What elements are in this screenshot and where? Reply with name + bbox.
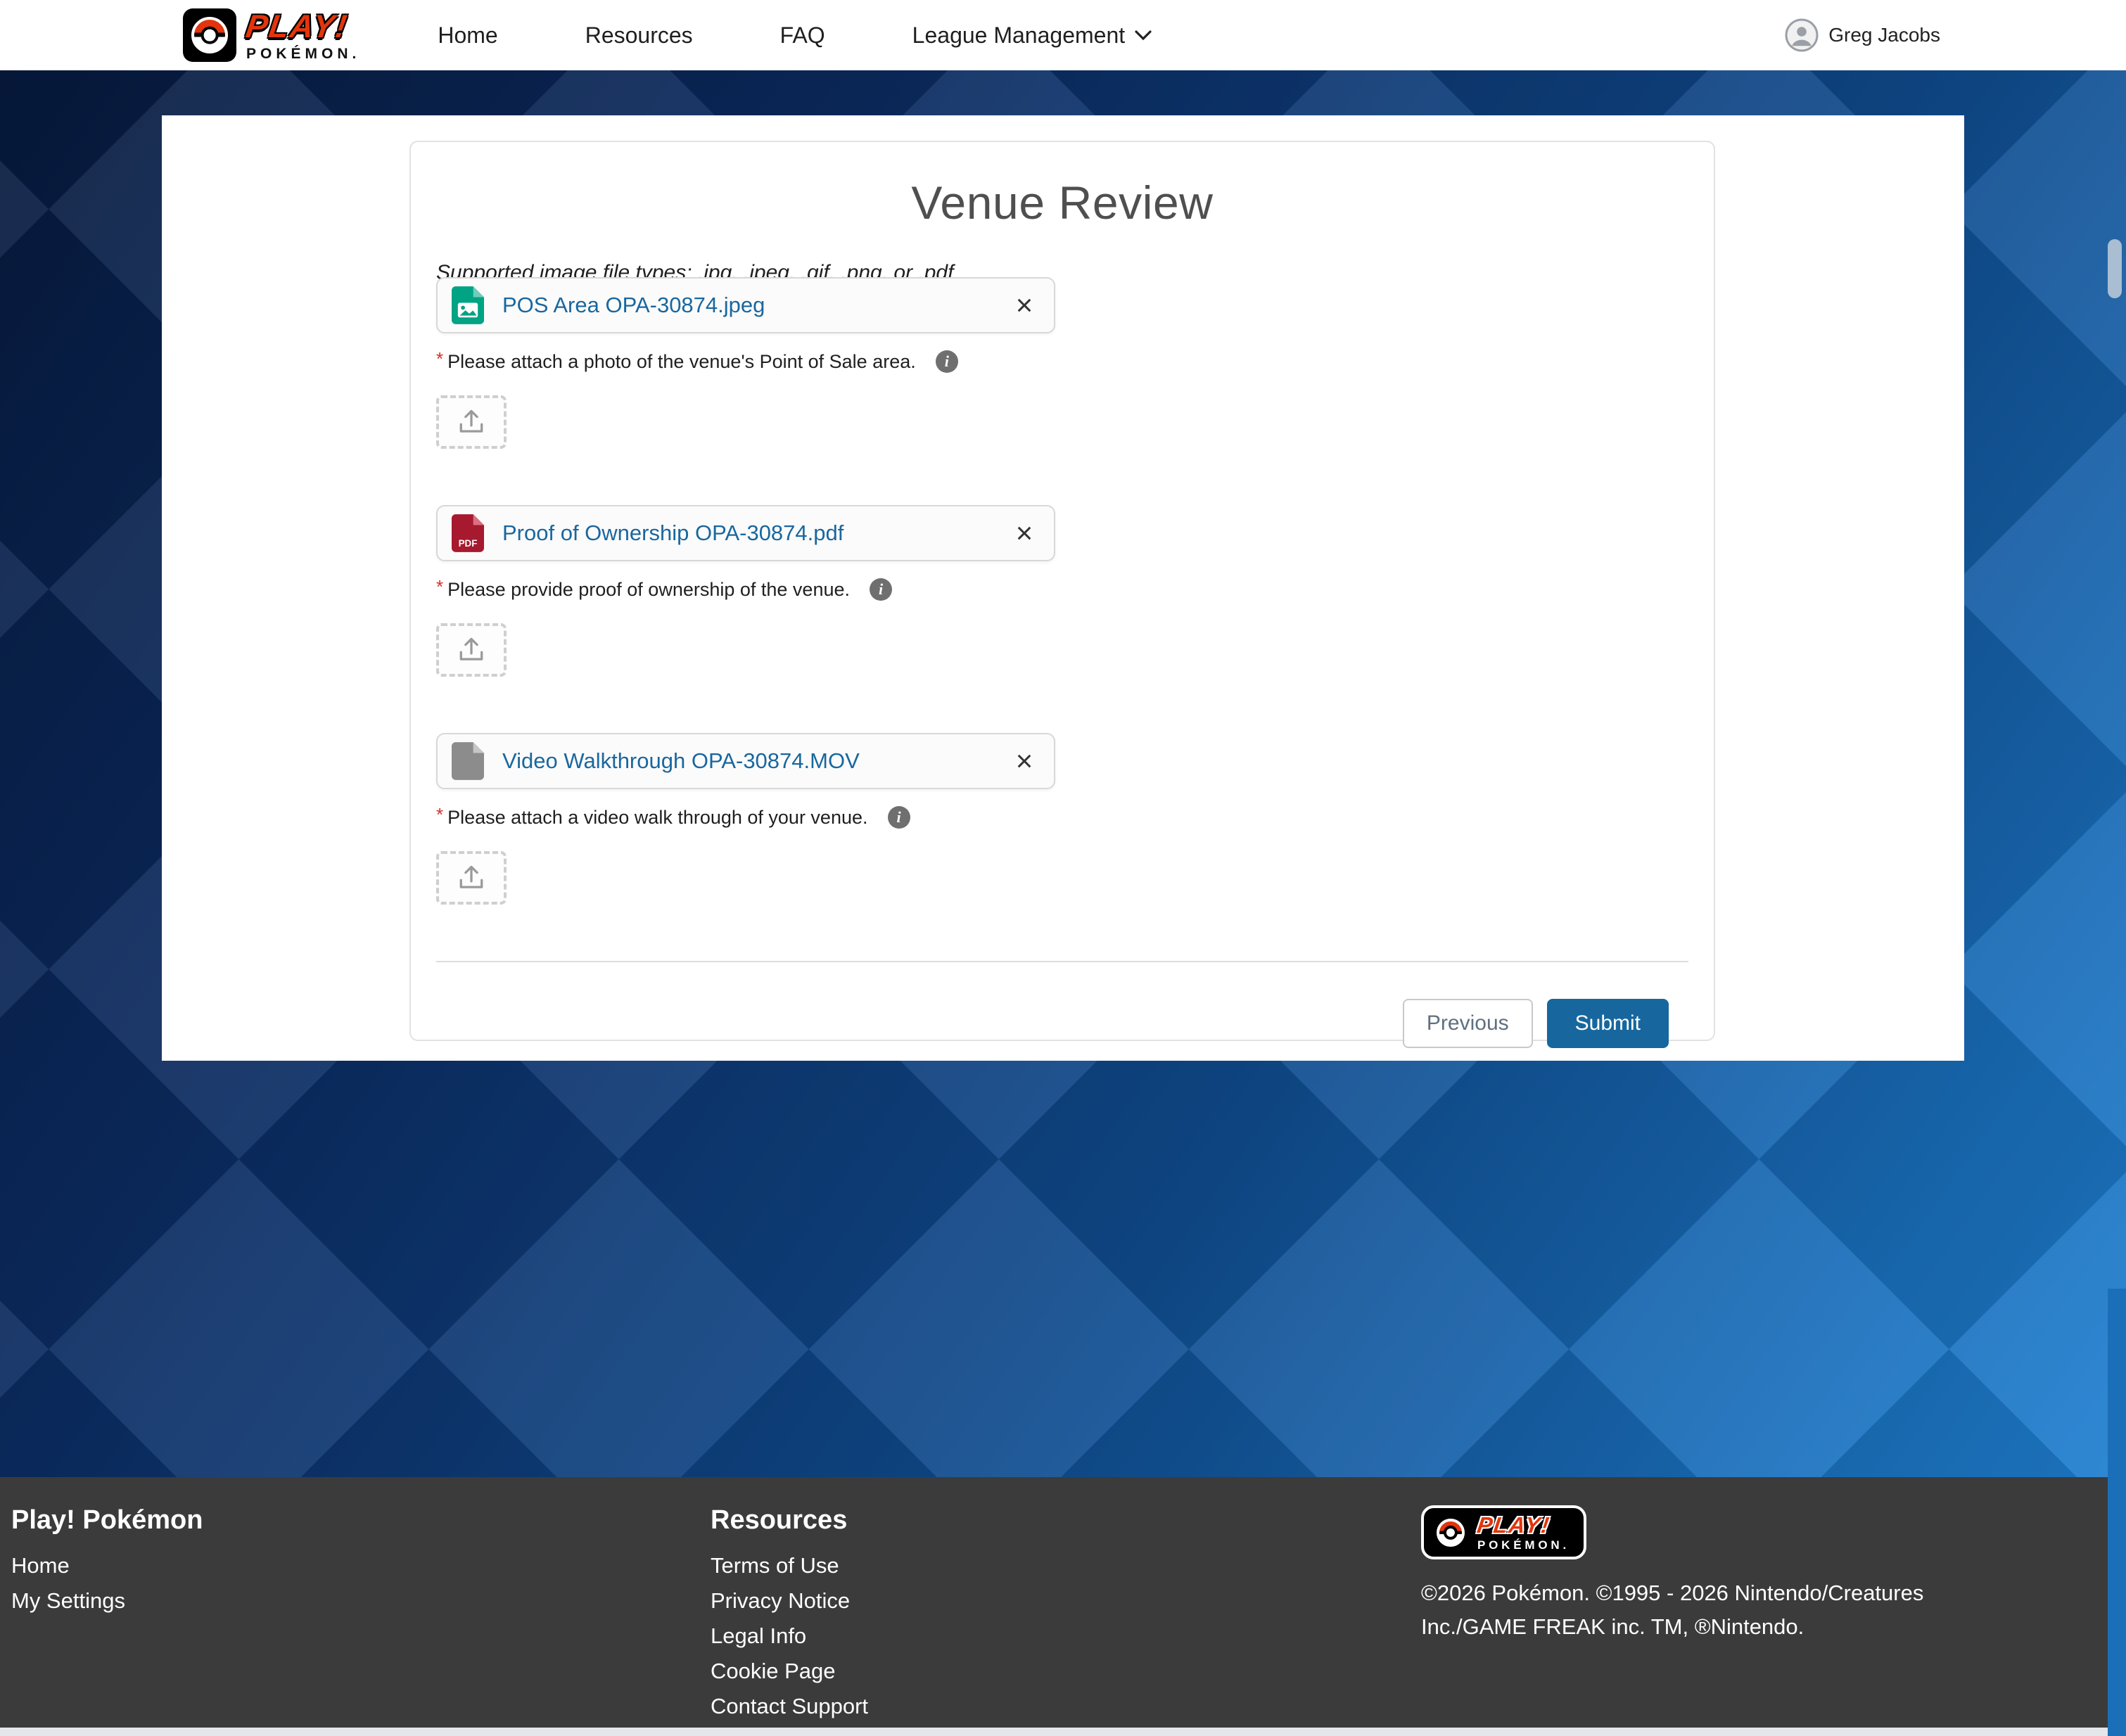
pokeball-icon [183,8,236,62]
page-title: Venue Review [436,176,1688,229]
nav-resources[interactable]: Resources [585,23,693,49]
previous-button[interactable]: Previous [1403,999,1533,1048]
user-menu[interactable]: Greg Jacobs [1785,18,1940,52]
venue-review-card: Venue Review Supported image file types:… [409,141,1715,1041]
submit-button[interactable]: Submit [1547,999,1669,1048]
footer-heading: Play! Pokémon [11,1505,711,1536]
requirement-text: Please attach a video walk through of yo… [447,807,867,829]
attachment-filename[interactable]: Proof of Ownership OPA-30874.pdf [502,521,844,546]
requirement-row: * Please provide proof of ownership of t… [436,578,1688,601]
top-navbar: PLAY! POKÉMON. Home Resources FAQ League… [0,0,2126,70]
remove-attachment-button[interactable]: × [995,279,1054,332]
footer-link-privacy-notice[interactable]: Privacy Notice [711,1589,1421,1613]
attachment-chip: Video Walkthrough OPA-30874.MOV × [436,733,1055,789]
nav-home[interactable]: Home [438,23,497,49]
vertical-scrollbar-track [2108,1289,2126,1736]
pdf-file-icon: PDF [452,514,484,552]
requirement-text: Please provide proof of ownership of the… [447,579,850,601]
attachment-chip: POS Area OPA-30874.jpeg × [436,277,1055,333]
footer-heading: Resources [711,1505,1421,1536]
form-actions: Previous Submit [436,999,1688,1048]
attachment-chip: PDF Proof of Ownership OPA-30874.pdf × [436,505,1055,561]
horizontal-scrollbar[interactable] [0,1728,2126,1736]
footer-link-my-settings[interactable]: My Settings [11,1589,711,1613]
upload-dropzone[interactable] [436,395,507,449]
logo-pokemon-text: POKÉMON. [246,46,360,61]
chevron-down-icon [1135,30,1152,41]
footer-link-terms-of-use[interactable]: Terms of Use [711,1554,1421,1578]
info-icon[interactable]: i [888,806,910,829]
upload-icon [457,409,485,435]
footer-link-contact-support[interactable]: Contact Support [711,1694,1421,1718]
play-pokemon-footer-logo[interactable]: PLAY! POKÉMON. [1421,1505,1586,1559]
upload-dropzone[interactable] [436,851,507,905]
nav-home-label: Home [438,23,497,49]
footer-column-play-pokemon: Play! Pokémon Home My Settings [0,1505,711,1728]
upload-icon [457,865,485,891]
nav-resources-label: Resources [585,23,693,49]
footer-link-legal-info[interactable]: Legal Info [711,1624,1421,1648]
avatar-icon [1785,18,1819,52]
content-panel: Venue Review Supported image file types:… [162,115,1964,1061]
footer-link-cookie-page[interactable]: Cookie Page [711,1659,1421,1683]
nav-league-management[interactable]: League Management [912,23,1152,49]
nav-faq[interactable]: FAQ [780,23,825,49]
logo-play-text: PLAY! [1476,1514,1571,1536]
remove-attachment-button[interactable]: × [995,734,1054,788]
info-icon[interactable]: i [870,578,892,601]
divider [436,961,1688,962]
svg-text:PDF: PDF [459,538,478,549]
info-icon[interactable]: i [936,350,958,373]
requirement-text: Please attach a photo of the venue's Poi… [447,351,916,373]
nav-league-management-label: League Management [912,23,1125,49]
main-nav: Home Resources FAQ League Management [438,23,1152,49]
vertical-scrollbar-thumb[interactable] [2108,239,2122,298]
upload-group-video-walkthrough: Video Walkthrough OPA-30874.MOV × * Plea… [436,733,1688,905]
upload-group-proof-of-ownership: PDF Proof of Ownership OPA-30874.pdf × *… [436,505,1688,677]
user-name: Greg Jacobs [1828,24,1940,46]
upload-group-pos-area: POS Area OPA-30874.jpeg × * Please attac… [436,277,1688,449]
footer-link-home[interactable]: Home [11,1554,711,1578]
page-footer: Play! Pokémon Home My Settings Resources… [0,1477,2126,1728]
image-file-icon [452,286,484,324]
remove-attachment-button[interactable]: × [995,506,1054,560]
page-background: Venue Review Supported image file types:… [0,70,2126,1477]
nav-faq-label: FAQ [780,23,825,49]
upload-icon [457,637,485,663]
attachment-filename[interactable]: POS Area OPA-30874.jpeg [502,293,765,318]
pokeball-icon [1432,1514,1469,1551]
required-marker: * [436,576,443,598]
copyright-text: ©2026 Pokémon. ©1995 - 2026 Nintendo/Cre… [1421,1576,1928,1644]
play-pokemon-logo[interactable]: PLAY! POKÉMON. [183,8,360,62]
logo-play-text: PLAY! [244,10,363,42]
requirement-row: * Please attach a photo of the venue's P… [436,350,1688,373]
upload-dropzone[interactable] [436,623,507,677]
required-marker: * [436,804,443,826]
footer-column-brand: PLAY! POKÉMON. ©2026 Pokémon. ©1995 - 20… [1421,1505,2126,1728]
generic-file-icon [452,742,484,780]
attachment-filename[interactable]: Video Walkthrough OPA-30874.MOV [502,748,860,774]
footer-column-resources: Resources Terms of Use Privacy Notice Le… [711,1505,1421,1728]
requirement-row: * Please attach a video walk through of … [436,806,1688,829]
required-marker: * [436,348,443,370]
logo-pokemon-text: POKÉMON. [1477,1539,1570,1551]
